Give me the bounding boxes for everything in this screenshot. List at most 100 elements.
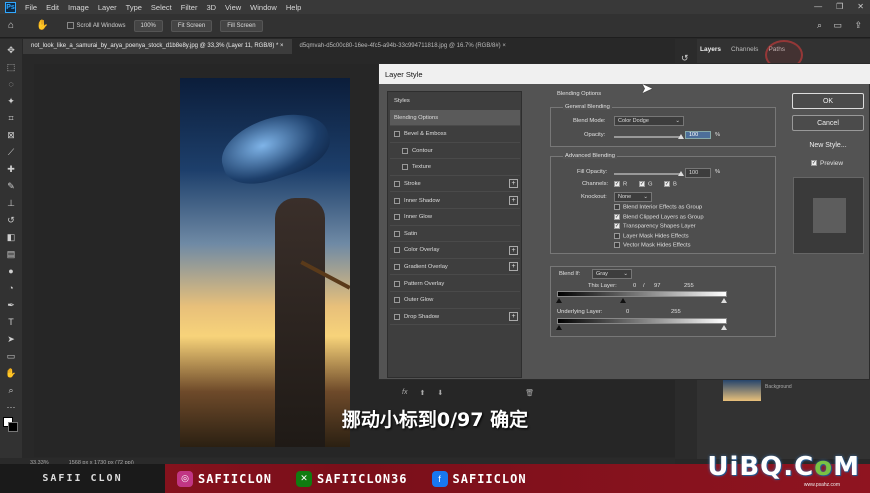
menu-edit[interactable]: Edit — [46, 3, 59, 12]
zoom-100-button[interactable]: 100% — [133, 19, 163, 32]
add-style-icon[interactable]: + — [509, 245, 518, 255]
menu-file[interactable]: File — [25, 3, 37, 12]
healing-brush-tool-icon[interactable]: ✚ — [4, 162, 18, 176]
style-checkbox[interactable] — [394, 180, 400, 187]
frame-tool-icon[interactable]: ⊠ — [4, 128, 18, 142]
marquee-tool-icon[interactable]: ⬚ — [4, 60, 18, 74]
stamp-tool-icon[interactable]: ⊥ — [4, 196, 18, 210]
style-row-outer-glow[interactable]: Outer Glow — [390, 293, 520, 309]
blend-mode-select[interactable]: Color Dodge ⌄ — [614, 116, 684, 126]
hand-tool-icon[interactable]: ✋ — [36, 20, 48, 31]
style-row-contour[interactable]: Contour — [390, 143, 520, 160]
knockout-select[interactable]: None ⌄ — [614, 192, 652, 202]
underlying-gradient[interactable] — [557, 318, 727, 324]
style-row-color-overlay[interactable]: Color Overlay + — [390, 243, 520, 259]
ok-button[interactable]: OK — [792, 93, 864, 109]
style-row-stroke[interactable]: Stroke + — [390, 176, 520, 193]
share-icon[interactable]: ⇪ — [854, 20, 862, 31]
dodge-tool-icon[interactable]: ◔ — [4, 281, 18, 295]
tab-channels[interactable]: Channels — [731, 46, 758, 53]
channel-r-checkbox[interactable]: ✓ R — [614, 181, 627, 188]
magic-wand-tool-icon[interactable]: ✦ — [4, 94, 18, 108]
channel-b-checkbox[interactable]: ✓ B — [664, 181, 677, 188]
menu-type[interactable]: Type — [126, 3, 142, 12]
style-row-gradient-overlay[interactable]: Gradient Overlay + — [390, 259, 520, 276]
pen-tool-icon[interactable]: ✒ — [4, 298, 18, 312]
this-layer-left-handle[interactable] — [556, 298, 562, 303]
new-style-button[interactable]: New Style... — [792, 137, 864, 153]
fill-screen-button[interactable]: Fill Screen — [220, 19, 263, 32]
history-brush-tool-icon[interactable]: ↺ — [4, 213, 18, 227]
add-style-icon[interactable]: + — [509, 179, 518, 189]
style-row-pattern-overlay[interactable]: Pattern Overlay — [390, 276, 520, 292]
style-row-blending-options[interactable]: Blending Options — [390, 110, 520, 126]
menu-3d[interactable]: 3D — [206, 3, 216, 12]
style-checkbox[interactable] — [394, 214, 400, 221]
brush-tool-icon[interactable]: ✎ — [4, 179, 18, 193]
path-select-tool-icon[interactable]: ➤ — [4, 332, 18, 346]
this-layer-gradient[interactable] — [557, 291, 727, 297]
style-checkbox[interactable] — [394, 297, 400, 304]
underlying-left-handle[interactable] — [556, 325, 562, 330]
doc-tab-samurai[interactable]: not_look_like_a_samurai_by_arya_poenya_s… — [23, 39, 292, 54]
gradient-tool-icon[interactable]: ▤ — [4, 247, 18, 261]
style-row-inner-glow[interactable]: Inner Glow — [390, 210, 520, 226]
style-row-satin[interactable]: Satin — [390, 226, 520, 243]
opacity-slider-handle[interactable] — [678, 134, 684, 139]
channel-g-checkbox[interactable]: ✓ G — [639, 181, 653, 188]
style-row-texture[interactable]: Texture — [390, 160, 520, 176]
style-row-bevel-emboss[interactable]: Bevel & Emboss — [390, 127, 520, 143]
home-icon[interactable]: ⌂ — [8, 20, 14, 31]
tab-layers[interactable]: Layers — [700, 46, 721, 53]
advanced-check-1[interactable]: ✓ Blend Clipped Layers as Group — [614, 213, 704, 220]
move-tool-icon[interactable]: ✥ — [4, 43, 18, 57]
close-window-button[interactable]: ✕ — [857, 2, 864, 11]
style-checkbox[interactable] — [394, 280, 400, 287]
advanced-check-4[interactable]: Vector Mask Hides Effects — [614, 242, 691, 249]
style-checkbox[interactable] — [394, 247, 400, 254]
preview-checkbox[interactable]: ✓ Preview — [811, 160, 843, 167]
type-tool-icon[interactable]: T — [4, 315, 18, 329]
advanced-check-0[interactable]: Blend Interior Effects as Group — [614, 204, 702, 211]
eyedropper-tool-icon[interactable]: ⟋ — [4, 145, 18, 159]
minimize-button[interactable]: — — [814, 2, 822, 11]
menu-help[interactable]: Help — [286, 3, 301, 12]
eraser-tool-icon[interactable]: ◧ — [4, 230, 18, 244]
menu-window[interactable]: Window — [250, 3, 277, 12]
scroll-all-checkbox[interactable] — [66, 21, 74, 29]
trash-icon[interactable]: 🗑 — [525, 389, 534, 397]
opacity-slider[interactable] — [614, 136, 682, 138]
this-layer-split-handle[interactable] — [620, 298, 626, 303]
style-checkbox[interactable] — [394, 230, 400, 237]
blur-tool-icon[interactable]: ● — [4, 264, 18, 278]
style-row-inner-shadow[interactable]: Inner Shadow + — [390, 193, 520, 209]
hand-tool-icon[interactable]: ✋ — [4, 366, 18, 380]
close-tab-icon[interactable]: × — [502, 43, 506, 49]
fill-opacity-input[interactable]: 100 — [685, 168, 711, 178]
move-up-icon[interactable]: ⬆ — [419, 389, 425, 397]
lasso-tool-icon[interactable]: ◌ — [4, 77, 18, 91]
maximize-button[interactable]: ❐ — [836, 2, 843, 11]
zoom-tool-icon[interactable]: ⌕ — [4, 383, 18, 397]
fill-opacity-slider[interactable] — [614, 173, 682, 175]
fill-opacity-slider-handle[interactable] — [678, 171, 684, 176]
blend-if-select[interactable]: Gray ⌄ — [592, 269, 632, 279]
this-layer-right-handle[interactable] — [721, 298, 727, 303]
opacity-input[interactable]: 100 — [685, 131, 711, 139]
layer-thumbnail[interactable] — [723, 379, 761, 401]
add-style-icon[interactable]: + — [509, 262, 518, 272]
fit-screen-button[interactable]: Fit Screen — [170, 19, 213, 32]
add-style-icon[interactable]: + — [509, 196, 518, 205]
menu-select[interactable]: Select — [151, 3, 172, 12]
style-checkbox[interactable] — [402, 164, 408, 171]
move-down-icon[interactable]: ⬇ — [437, 389, 443, 397]
dialog-title[interactable]: Layer Style — [379, 64, 870, 84]
style-checkbox[interactable] — [394, 131, 400, 138]
advanced-check-3[interactable]: Layer Mask Hides Effects — [614, 232, 689, 239]
menu-layer[interactable]: Layer — [98, 3, 117, 12]
menu-filter[interactable]: Filter — [181, 3, 198, 12]
style-checkbox[interactable] — [402, 147, 408, 154]
close-tab-icon[interactable]: × — [280, 43, 284, 49]
underlying-right-handle[interactable] — [721, 325, 727, 330]
shape-tool-icon[interactable]: ▭ — [4, 349, 18, 363]
